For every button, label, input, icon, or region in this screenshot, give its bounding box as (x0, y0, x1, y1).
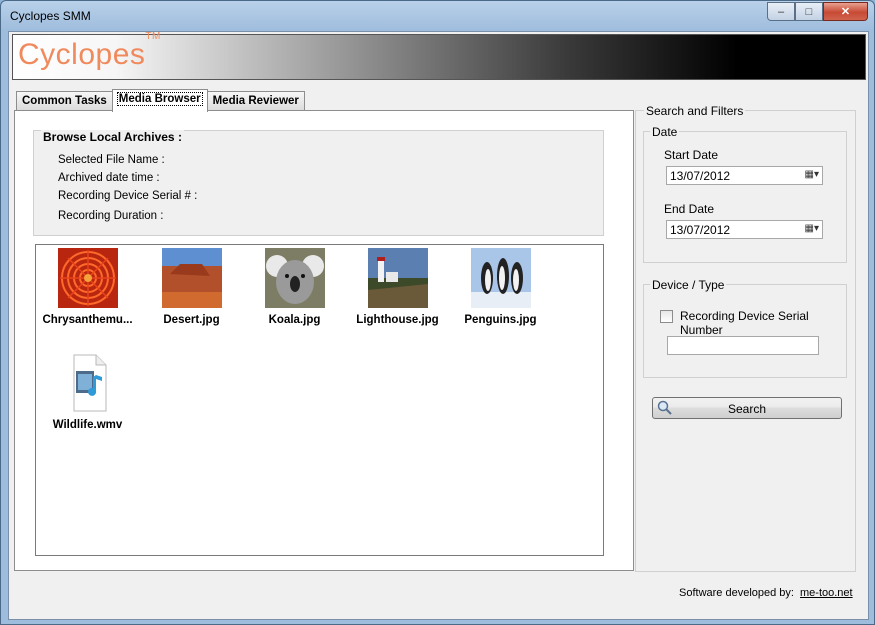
maximize-button[interactable]: □ (795, 2, 823, 21)
client-area: CyclopesTM Common Tasks Media Browser Me… (8, 31, 869, 620)
start-date-value: 13/07/2012 (670, 169, 731, 183)
date-group-title: Date (650, 125, 680, 139)
chrysanthemum-image (57, 248, 118, 308)
app-window: Cyclopes SMM – □ ✕ CyclopesTM Common Tas… (0, 0, 875, 625)
file-name: Chrysanthemu... (42, 314, 133, 326)
minimize-button[interactable]: – (767, 2, 795, 21)
device-type-group-title: Device / Type (650, 278, 727, 292)
file-item-lighthouse[interactable]: Lighthouse.jpg (346, 248, 449, 326)
device-type-group: Device / Type Recording Device Serial Nu… (643, 278, 847, 378)
tab-label: Media Reviewer (212, 95, 299, 107)
tab-strip: Common Tasks Media Browser Media Reviewe… (16, 89, 305, 112)
search-button[interactable]: Search (652, 397, 842, 419)
file-item-penguins[interactable]: Penguins.jpg (449, 248, 552, 326)
file-item-chrysanthemum[interactable]: Chrysanthemu... (36, 248, 139, 326)
calendar-dropdown-icon[interactable]: ▦▾ (805, 169, 819, 180)
penguins-image (470, 248, 531, 308)
selected-file-name-label: Selected File Name : (58, 154, 165, 166)
browse-local-archives-group: Browse Local Archives : Selected File Na… (33, 130, 604, 236)
lighthouse-image (367, 248, 428, 308)
tab-common-tasks[interactable]: Common Tasks (16, 91, 113, 111)
archived-date-time-label: Archived date time : (58, 172, 160, 184)
developed-by-label: Software developed by: (679, 587, 794, 599)
media-browser-page: Browse Local Archives : Selected File Na… (14, 110, 634, 571)
trademark: TM (145, 31, 161, 42)
tab-label: Media Browser (116, 92, 203, 106)
recording-device-serial-label: Recording Device Serial # : (58, 190, 198, 202)
end-date-picker[interactable]: 13/07/2012 ▦▾ (666, 220, 823, 239)
start-date-picker[interactable]: 13/07/2012 ▦▾ (666, 166, 823, 185)
serial-number-checkbox[interactable] (660, 310, 673, 323)
developer-link[interactable]: me-too.net (800, 587, 853, 599)
date-group: Date Start Date 13/07/2012 ▦▾ End Date 1… (643, 125, 847, 263)
end-date-label: End Date (664, 202, 715, 216)
file-name: Lighthouse.jpg (356, 314, 439, 326)
search-filters-title: Search and Filters (644, 104, 746, 118)
cyclopes-logo: CyclopesTM (18, 31, 161, 72)
file-item-koala[interactable]: Koala.jpg (243, 248, 346, 326)
tab-media-browser[interactable]: Media Browser (111, 89, 208, 112)
title-bar[interactable]: Cyclopes SMM – □ ✕ (1, 1, 874, 31)
tab-label: Common Tasks (22, 95, 107, 107)
caption-buttons: – □ ✕ (767, 2, 868, 21)
koala-image (264, 248, 325, 308)
logo-text: Cyclopes (18, 38, 146, 71)
search-filters-panel: Search and Filters Date Start Date 13/07… (635, 104, 856, 572)
start-date-label: Start Date (664, 148, 719, 162)
browse-group-title: Browse Local Archives : (41, 130, 184, 144)
close-button[interactable]: ✕ (823, 2, 868, 21)
file-name: Desert.jpg (163, 314, 220, 326)
file-item-wildlife[interactable]: Wildlife.wmv (36, 353, 139, 431)
file-list-view[interactable]: Chrysanthemu... Desert.jpg Koala.jpg Lig… (35, 244, 604, 556)
end-date-value: 13/07/2012 (670, 223, 731, 237)
file-name: Koala.jpg (268, 314, 321, 326)
header-banner: CyclopesTM (12, 31, 866, 80)
window-title: Cyclopes SMM (10, 9, 91, 23)
search-button-label: Search (727, 402, 767, 416)
recording-duration-label: Recording Duration : (58, 210, 164, 222)
desert-image (161, 248, 222, 308)
file-name: Penguins.jpg (464, 314, 537, 326)
file-item-desert[interactable]: Desert.jpg (140, 248, 243, 326)
serial-number-checkbox-label[interactable]: Recording Device Serial Number (680, 309, 846, 337)
calendar-dropdown-icon[interactable]: ▦▾ (805, 223, 819, 234)
video-file-icon (73, 354, 106, 412)
tab-media-reviewer[interactable]: Media Reviewer (206, 91, 305, 111)
file-name: Wildlife.wmv (52, 419, 123, 431)
serial-number-input[interactable] (667, 336, 819, 355)
